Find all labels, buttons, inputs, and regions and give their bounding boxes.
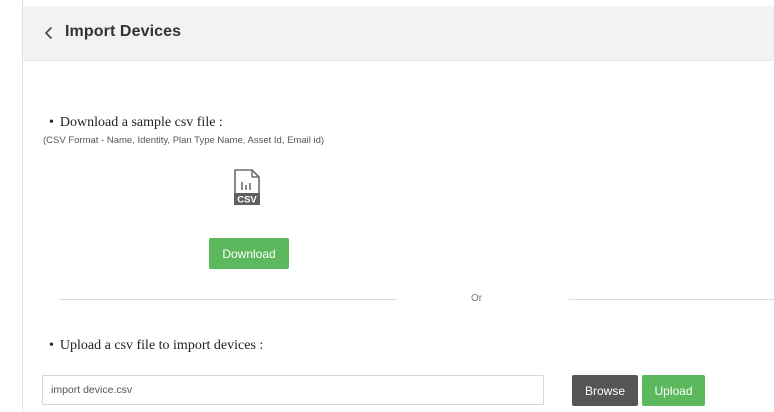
csv-icon-label: CSV [237, 195, 257, 206]
or-separator: Or [471, 293, 483, 304]
upload-button[interactable]: Upload [642, 375, 705, 406]
bullet: • [49, 338, 54, 353]
file-path-input[interactable] [42, 375, 544, 405]
browse-button[interactable]: Browse [572, 375, 638, 406]
chevron-left-icon[interactable] [41, 24, 57, 42]
bullet: • [49, 115, 54, 130]
page-header: Import Devices [23, 6, 774, 61]
import-devices-panel: Import Devices • Download a sample csv fi… [22, 0, 774, 412]
csv-format-note: (CSV Format - Name, Identity, Plan Type … [43, 135, 325, 146]
download-heading-text: Download a sample csv file : [59, 115, 223, 130]
upload-heading: • Upload a csv file to import devices : [49, 338, 263, 354]
page-title: Import Devices [65, 23, 182, 40]
upload-heading-text: Upload a csv file to import devices : [59, 338, 264, 353]
csv-file-icon: CSV [234, 169, 260, 206]
download-button[interactable]: Download [209, 238, 289, 269]
download-heading: • Download a sample csv file : [49, 115, 223, 131]
divider-left [59, 299, 397, 300]
divider-right [569, 299, 774, 300]
